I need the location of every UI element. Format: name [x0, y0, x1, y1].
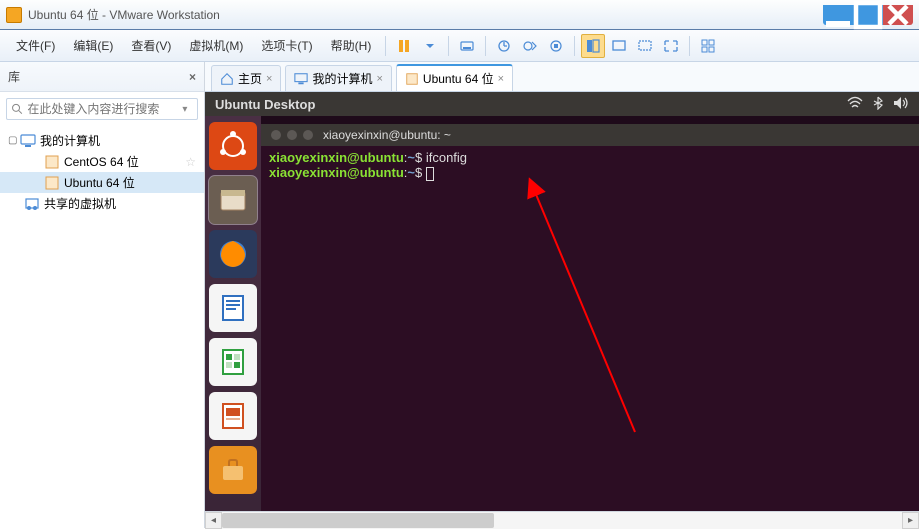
library-sidebar: 库 × ▾ ▢ 我的计算机 CentOS 64 位 ☆ Ubuntu 64 位	[0, 62, 205, 528]
power-dropdown[interactable]	[418, 34, 442, 58]
wifi-icon[interactable]	[847, 96, 863, 113]
writer-button[interactable]	[209, 284, 257, 332]
tree-label: 我的计算机	[40, 132, 100, 149]
term-max-icon[interactable]	[303, 130, 313, 140]
view-unity-button[interactable]	[659, 34, 683, 58]
maximize-button[interactable]	[853, 5, 883, 25]
term-close-icon[interactable]	[271, 130, 281, 140]
menu-help[interactable]: 帮助(H)	[323, 33, 380, 58]
menu-edit[interactable]: 编辑(E)	[65, 33, 121, 58]
menubar: 文件(F) 编辑(E) 查看(V) 虚拟机(M) 选项卡(T) 帮助(H)	[0, 30, 919, 62]
minimize-button[interactable]	[823, 5, 853, 25]
sidebar-header: 库 ×	[0, 62, 204, 92]
monitor-icon	[20, 133, 36, 149]
monitor-icon	[294, 72, 308, 86]
term-min-icon[interactable]	[287, 130, 297, 140]
close-button[interactable]	[883, 5, 913, 25]
terminal-line: xiaoyexinxin@ubuntu:~$	[269, 165, 911, 181]
thumbnail-view-button[interactable]	[696, 34, 720, 58]
separator	[448, 36, 449, 56]
snapshot-button[interactable]	[492, 34, 516, 58]
tab-close-icon[interactable]: ×	[376, 73, 382, 85]
scroll-thumb[interactable]	[222, 513, 494, 528]
expand-icon[interactable]: ▢	[8, 135, 20, 146]
search-dropdown[interactable]: ▾	[182, 104, 193, 115]
calc-button[interactable]	[209, 338, 257, 386]
tree-shared-vms[interactable]: 共享的虚拟机	[0, 193, 204, 214]
pause-button[interactable]	[392, 34, 416, 58]
revert-snapshot-button[interactable]	[544, 34, 568, 58]
terminal-body[interactable]: xiaoyexinxin@ubuntu:~$ ifconfig xiaoyexi…	[261, 146, 919, 511]
snapshot-manager-button[interactable]	[518, 34, 542, 58]
tree-my-computer[interactable]: ▢ 我的计算机	[0, 130, 204, 151]
main-area: 主页 × 我的计算机 × Ubuntu 64 位 × Ubuntu Deskto…	[205, 62, 919, 528]
separator	[485, 36, 486, 56]
tab-ubuntu[interactable]: Ubuntu 64 位 ×	[396, 64, 513, 91]
separator	[385, 36, 386, 56]
cursor	[426, 167, 434, 181]
sidebar-title: 库	[8, 68, 20, 85]
sidebar-search[interactable]: ▾	[6, 98, 198, 120]
tab-label: 我的计算机	[312, 70, 372, 87]
vm-icon	[405, 72, 419, 86]
tab-computer[interactable]: 我的计算机 ×	[285, 65, 391, 91]
home-icon	[220, 72, 234, 86]
tab-label: 主页	[238, 70, 262, 87]
app-icon	[6, 7, 22, 23]
window-titlebar: Ubuntu 64 位 - VMware Workstation	[0, 0, 919, 30]
vm-icon	[44, 175, 60, 191]
terminal-title: xiaoyexinxin@ubuntu: ~	[323, 128, 451, 142]
tree-label: Ubuntu 64 位	[64, 174, 135, 191]
tree-label: CentOS 64 位	[64, 153, 139, 170]
vm-console[interactable]: Ubuntu Desktop	[205, 92, 919, 511]
tree-vm-centos[interactable]: CentOS 64 位 ☆	[0, 151, 204, 172]
menu-file[interactable]: 文件(F)	[8, 33, 63, 58]
guest-desktop-title: Ubuntu Desktop	[215, 97, 315, 112]
search-icon	[11, 102, 23, 116]
sidebar-close-button[interactable]: ×	[189, 70, 196, 84]
horizontal-scrollbar[interactable]: ◂ ▸	[205, 511, 919, 528]
favorite-icon[interactable]: ☆	[185, 155, 196, 169]
software-button[interactable]	[209, 446, 257, 494]
bluetooth-icon[interactable]	[873, 96, 883, 113]
scroll-left-button[interactable]: ◂	[205, 512, 222, 529]
shared-icon	[24, 196, 40, 212]
scroll-right-button[interactable]: ▸	[902, 512, 919, 529]
terminal-titlebar[interactable]: xiaoyexinxin@ubuntu: ~	[261, 124, 919, 146]
impress-button[interactable]	[209, 392, 257, 440]
separator	[574, 36, 575, 56]
scroll-track[interactable]	[222, 512, 902, 529]
send-ctrl-alt-del-button[interactable]	[455, 34, 479, 58]
dash-button[interactable]	[209, 122, 257, 170]
library-tree: ▢ 我的计算机 CentOS 64 位 ☆ Ubuntu 64 位 共享的虚拟机	[0, 126, 204, 528]
menu-view[interactable]: 查看(V)	[123, 33, 179, 58]
volume-icon[interactable]	[893, 96, 909, 113]
tab-close-icon[interactable]: ×	[266, 73, 272, 85]
vm-icon	[44, 154, 60, 170]
unity-launcher	[205, 116, 261, 511]
terminal-line: xiaoyexinxin@ubuntu:~$ ifconfig	[269, 150, 911, 165]
tab-home[interactable]: 主页 ×	[211, 65, 281, 91]
view-single-button[interactable]	[607, 34, 631, 58]
window-title: Ubuntu 64 位 - VMware Workstation	[28, 6, 823, 23]
menu-vm[interactable]: 虚拟机(M)	[181, 33, 251, 58]
tree-label: 共享的虚拟机	[44, 195, 116, 212]
tabstrip: 主页 × 我的计算机 × Ubuntu 64 位 ×	[205, 62, 919, 92]
view-fullscreen-button[interactable]	[633, 34, 657, 58]
separator	[689, 36, 690, 56]
firefox-button[interactable]	[209, 230, 257, 278]
search-input[interactable]	[27, 102, 182, 116]
tree-vm-ubuntu[interactable]: Ubuntu 64 位	[0, 172, 204, 193]
tab-close-icon[interactable]: ×	[498, 73, 504, 85]
tab-label: Ubuntu 64 位	[423, 70, 494, 87]
view-console-button[interactable]	[581, 34, 605, 58]
menu-tabs[interactable]: 选项卡(T)	[253, 33, 320, 58]
guest-menubar: Ubuntu Desktop	[205, 92, 919, 116]
files-button[interactable]	[209, 176, 257, 224]
